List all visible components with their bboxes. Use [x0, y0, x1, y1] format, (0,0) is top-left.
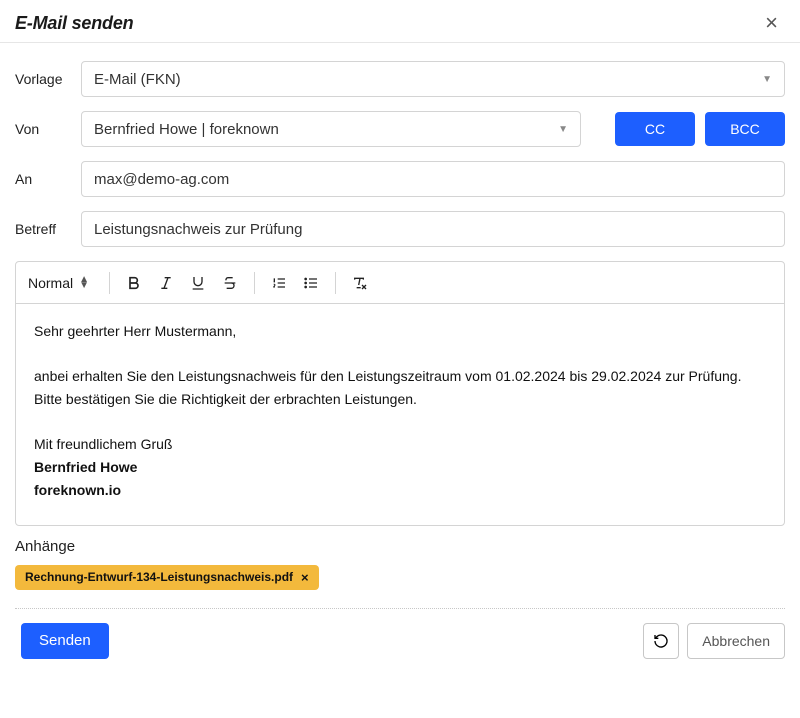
subject-label: Betreff — [15, 221, 81, 237]
close-icon: × — [765, 10, 778, 35]
separator — [15, 608, 785, 609]
dialog-footer: Senden Abbrechen — [0, 623, 800, 675]
editor-textarea[interactable]: Sehr geehrter Herr Mustermann, anbei erh… — [16, 304, 784, 525]
template-select[interactable]: E-Mail (FKN) ▼ — [81, 61, 785, 97]
strikethrough-icon — [222, 275, 238, 291]
subject-row: Betreff Leistungsnachweis zur Prüfung — [15, 211, 785, 247]
italic-icon — [158, 275, 174, 291]
from-select[interactable]: Bernfried Howe | foreknown ▼ — [81, 111, 581, 147]
remove-attachment-icon[interactable]: × — [301, 570, 309, 585]
underline-button[interactable] — [184, 269, 212, 297]
sort-icon: ▲▼ — [79, 277, 89, 289]
to-value: max@demo-ag.com — [94, 171, 229, 188]
attachments-section: Anhänge Rechnung-Entwurf-134-Leistungsna… — [15, 538, 785, 590]
subject-value: Leistungsnachweis zur Prüfung — [94, 221, 302, 238]
clear-format-button[interactable] — [346, 269, 374, 297]
body-greeting: Sehr geehrter Herr Mustermann, — [34, 320, 766, 343]
dialog-header: E-Mail senden × — [0, 0, 800, 43]
cc-button[interactable]: CC — [615, 112, 695, 146]
clear-format-icon — [352, 275, 368, 291]
format-dropdown[interactable]: Normal ▲▼ — [28, 275, 99, 291]
bcc-button[interactable]: BCC — [705, 112, 785, 146]
chevron-down-icon: ▼ — [762, 74, 772, 85]
bold-button[interactable] — [120, 269, 148, 297]
underline-icon — [190, 275, 206, 291]
body-closing: Mit freundlichem Gruß — [34, 433, 766, 456]
to-input[interactable]: max@demo-ag.com — [81, 161, 785, 197]
unordered-list-button[interactable] — [297, 269, 325, 297]
signature-name: Bernfried Howe — [34, 456, 766, 479]
signature-company: foreknown.io — [34, 479, 766, 502]
editor-toolbar: Normal ▲▼ — [16, 262, 784, 304]
to-row: An max@demo-ag.com — [15, 161, 785, 197]
toolbar-separator — [254, 272, 255, 294]
attachment-chip[interactable]: Rechnung-Entwurf-134-Leistungsnachweis.p… — [15, 565, 319, 590]
from-value: Bernfried Howe | foreknown — [94, 121, 279, 138]
undo-icon — [653, 633, 669, 649]
form-body: Vorlage E-Mail (FKN) ▼ Von Bernfried How… — [0, 43, 800, 609]
format-label: Normal — [28, 275, 73, 291]
toolbar-separator — [335, 272, 336, 294]
close-button[interactable]: × — [761, 12, 782, 34]
undo-button[interactable] — [643, 623, 679, 659]
toolbar-separator — [109, 272, 110, 294]
subject-input[interactable]: Leistungsnachweis zur Prüfung — [81, 211, 785, 247]
ordered-list-button[interactable] — [265, 269, 293, 297]
from-label: Von — [15, 121, 81, 137]
list-ol-icon — [271, 275, 287, 291]
list-ul-icon — [303, 275, 319, 291]
chevron-down-icon: ▼ — [558, 124, 568, 135]
attachment-filename: Rechnung-Entwurf-134-Leistungsnachweis.p… — [25, 570, 293, 584]
template-value: E-Mail (FKN) — [94, 71, 181, 88]
send-button[interactable]: Senden — [21, 623, 109, 659]
italic-button[interactable] — [152, 269, 180, 297]
template-label: Vorlage — [15, 71, 81, 87]
body-line: Bitte bestätigen Sie die Richtigkeit der… — [34, 388, 766, 411]
strike-button[interactable] — [216, 269, 244, 297]
from-row: Von Bernfried Howe | foreknown ▼ CC BCC — [15, 111, 785, 147]
cancel-button[interactable]: Abbrechen — [687, 623, 785, 659]
attachments-label: Anhänge — [15, 538, 785, 555]
dialog-title: E-Mail senden — [15, 13, 133, 34]
to-label: An — [15, 171, 81, 187]
bold-icon — [126, 275, 142, 291]
editor-container: Normal ▲▼ — [15, 261, 785, 526]
body-line: anbei erhalten Sie den Leistungsnachweis… — [34, 365, 766, 388]
template-row: Vorlage E-Mail (FKN) ▼ — [15, 61, 785, 97]
